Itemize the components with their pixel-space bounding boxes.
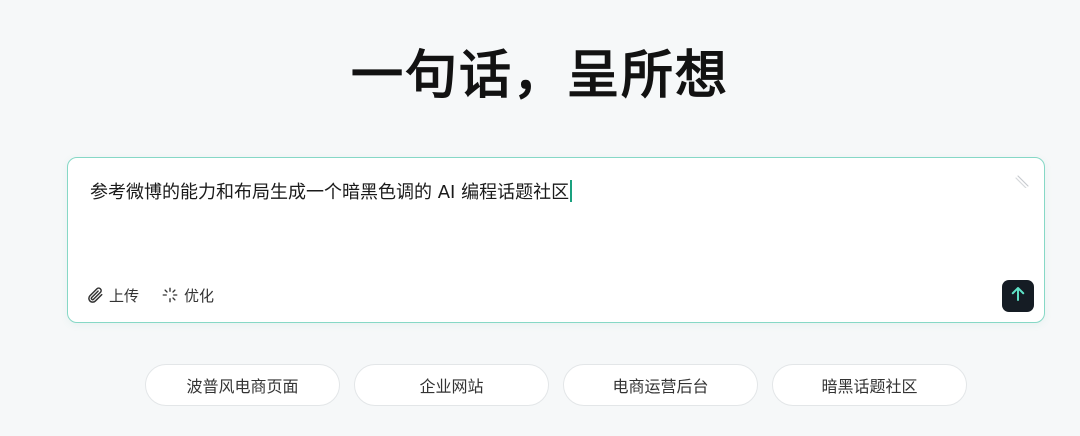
- prompt-composer[interactable]: 参考微博的能力和布局生成一个暗黑色调的 AI 编程话题社区 上传 优化: [67, 157, 1045, 323]
- suggestion-chips: 波普风电商页面 企业网站 电商运营后台 暗黑话题社区: [145, 364, 967, 406]
- arrow-up-icon: [1009, 285, 1027, 307]
- suggestion-chip-ecommerce-admin[interactable]: 电商运营后台: [563, 364, 758, 406]
- suggestion-chip-corporate-site[interactable]: 企业网站: [354, 364, 549, 406]
- composer-toolbar: 上传 优化: [86, 282, 214, 308]
- upload-label: 上传: [109, 286, 140, 305]
- suggestion-chip-dark-community[interactable]: 暗黑话题社区: [772, 364, 967, 406]
- text-caret: [570, 180, 572, 202]
- suggestion-chip-pop-ecommerce[interactable]: 波普风电商页面: [145, 364, 340, 406]
- optimize-label: 优化: [184, 286, 215, 305]
- prompt-input-value: 参考微博的能力和布局生成一个暗黑色调的 AI 编程话题社区: [90, 182, 570, 203]
- optimize-button[interactable]: 优化: [161, 285, 214, 306]
- resize-handle-icon[interactable]: [1014, 172, 1030, 189]
- upload-button[interactable]: 上传: [86, 285, 139, 306]
- paperclip-icon: [86, 286, 104, 304]
- prompt-input[interactable]: 参考微博的能力和布局生成一个暗黑色调的 AI 编程话题社区: [90, 180, 990, 206]
- page-title: 一句话，呈所想: [350, 46, 729, 106]
- send-button[interactable]: [1002, 280, 1034, 312]
- sparkle-icon: [161, 286, 179, 304]
